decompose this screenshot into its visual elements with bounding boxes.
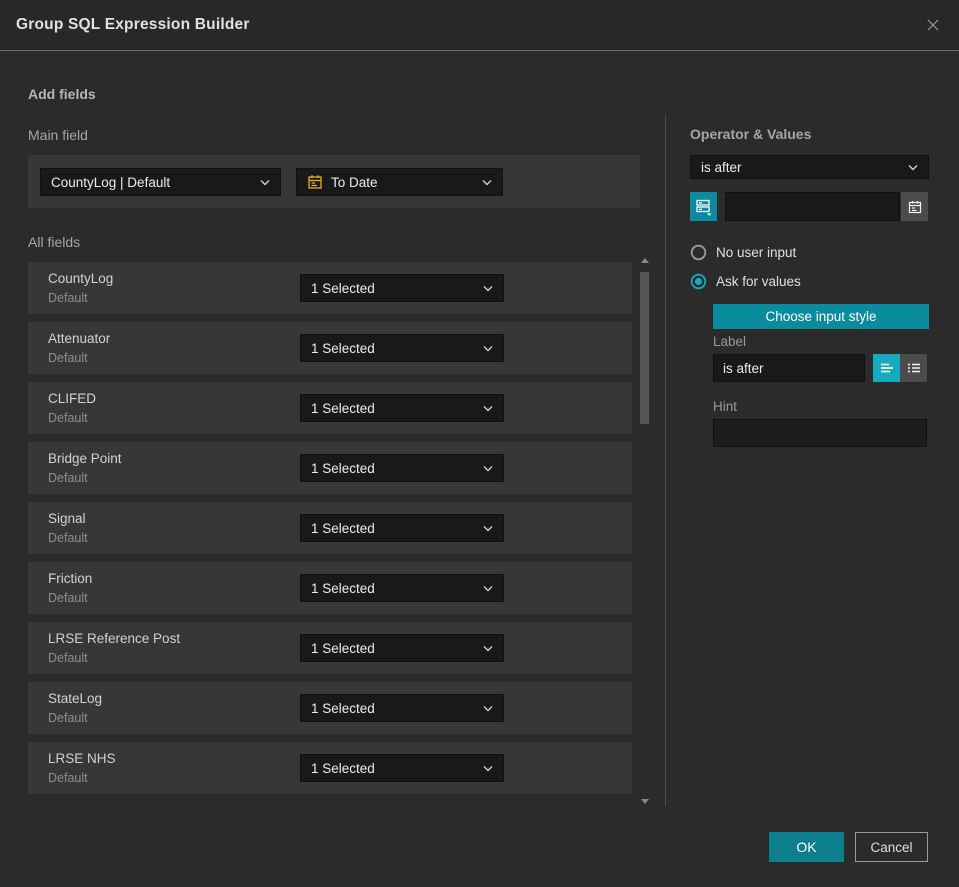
all-fields-heading: All fields (28, 234, 81, 250)
field-selected-dropdown[interactable]: 1 Selected (300, 574, 504, 602)
chevron-down-icon (483, 645, 493, 652)
chevron-down-icon (483, 585, 493, 592)
value-input[interactable] (725, 192, 900, 221)
field-row: CLIFED Default 1 Selected (28, 382, 632, 434)
chevron-down-icon (482, 179, 492, 186)
operator-values-heading: Operator & Values (690, 126, 812, 142)
radio-no-user-input[interactable]: No user input (690, 244, 796, 261)
group-sql-expression-builder-dialog: Group SQL Expression Builder Add fields … (0, 0, 959, 887)
field-selected-dropdown[interactable]: 1 Selected (300, 394, 504, 422)
operator-select[interactable]: is after (690, 155, 929, 179)
field-row: LRSE Reference Post Default 1 Selected (28, 622, 632, 674)
chevron-down-icon (483, 465, 493, 472)
field-selected-dropdown-label: 1 Selected (311, 400, 375, 416)
chevron-down-icon (483, 405, 493, 412)
chevron-down-icon (483, 525, 493, 532)
field-name: CLIFED (48, 391, 97, 406)
add-fields-heading: Add fields (28, 86, 96, 102)
field-name: Signal (48, 511, 86, 526)
main-field-select[interactable]: CountyLog | Default (40, 168, 281, 196)
main-field-select-value: CountyLog | Default (51, 174, 171, 190)
main-field-date-select-value: To Date (331, 174, 378, 190)
field-subtitle: Default (48, 351, 88, 365)
field-selected-dropdown[interactable]: 1 Selected (300, 694, 504, 722)
field-name: Bridge Point (48, 451, 122, 466)
field-row: Attenuator Default 1 Selected (28, 322, 632, 374)
chevron-down-icon (908, 164, 918, 171)
field-selected-dropdown[interactable]: 1 Selected (300, 274, 504, 302)
radio-ask-for-values-label: Ask for values (716, 274, 801, 289)
field-selected-dropdown-label: 1 Selected (311, 760, 375, 776)
main-field-heading: Main field (28, 127, 88, 143)
value-list-toggle-button[interactable] (690, 192, 717, 221)
operator-values-panel: Operator & Values is after No user input… (690, 0, 929, 887)
field-selected-dropdown[interactable]: 1 Selected (300, 334, 504, 362)
field-subtitle: Default (48, 291, 88, 305)
field-selected-dropdown-label: 1 Selected (311, 340, 375, 356)
all-fields-list: CountyLog Default 1 Selected Attenuator … (28, 262, 632, 802)
radio-no-user-input-label: No user input (716, 245, 797, 260)
cancel-button[interactable]: Cancel (855, 832, 928, 862)
field-row: StateLog Default 1 Selected (28, 682, 632, 734)
label-input[interactable] (713, 354, 865, 382)
field-subtitle: Default (48, 471, 88, 485)
chevron-down-icon (483, 285, 493, 292)
field-selected-dropdown-label: 1 Selected (311, 580, 375, 596)
scrollbar-down-arrow[interactable] (641, 799, 649, 804)
field-row: CountyLog Default 1 Selected (28, 262, 632, 314)
calendar-icon (307, 174, 323, 190)
field-row: Bridge Point Default 1 Selected (28, 442, 632, 494)
vertical-divider (665, 115, 666, 806)
dialog-title: Group SQL Expression Builder (16, 16, 250, 33)
field-subtitle: Default (48, 711, 88, 725)
field-subtitle: Default (48, 531, 88, 545)
field-subtitle: Default (48, 591, 88, 605)
single-input-style-icon[interactable] (873, 354, 900, 382)
operator-select-value: is after (701, 159, 742, 175)
field-row: Signal Default 1 Selected (28, 502, 632, 554)
list-scrollbar (640, 256, 650, 806)
field-selected-dropdown[interactable]: 1 Selected (300, 754, 504, 782)
field-subtitle: Default (48, 651, 88, 665)
field-subtitle: Default (48, 411, 88, 425)
field-row: LRSE NHS Default 1 Selected (28, 742, 632, 794)
chevron-down-icon (260, 179, 270, 186)
field-name: Attenuator (48, 331, 111, 346)
field-name: LRSE Reference Post (48, 631, 181, 646)
field-row: Friction Default 1 Selected (28, 562, 632, 614)
chevron-down-icon (483, 705, 493, 712)
radio-ask-for-values[interactable]: Ask for values (690, 273, 801, 290)
field-selected-dropdown[interactable]: 1 Selected (300, 454, 504, 482)
list-input-style-icon[interactable] (900, 354, 927, 382)
main-field-date-select[interactable]: To Date (296, 168, 503, 196)
field-selected-dropdown-label: 1 Selected (311, 520, 375, 536)
field-name: LRSE NHS (48, 751, 116, 766)
calendar-picker-button[interactable] (901, 192, 928, 221)
scrollbar-up-arrow[interactable] (641, 258, 649, 263)
field-selected-dropdown-label: 1 Selected (311, 700, 375, 716)
field-subtitle: Default (48, 771, 88, 785)
choose-input-style-button[interactable]: Choose input style (713, 304, 929, 329)
chevron-down-icon (483, 345, 493, 352)
field-selected-dropdown[interactable]: 1 Selected (300, 514, 504, 542)
hint-field-label: Hint (713, 399, 738, 414)
ok-button[interactable]: OK (769, 832, 844, 862)
field-selected-dropdown-label: 1 Selected (311, 640, 375, 656)
chevron-down-icon (483, 765, 493, 772)
field-selected-dropdown[interactable]: 1 Selected (300, 634, 504, 662)
field-name: Friction (48, 571, 93, 586)
field-name: CountyLog (48, 271, 114, 286)
field-name: StateLog (48, 691, 103, 706)
hint-input[interactable] (713, 419, 927, 447)
field-selected-dropdown-label: 1 Selected (311, 280, 375, 296)
field-selected-dropdown-label: 1 Selected (311, 460, 375, 476)
main-field-panel: CountyLog | Default To Date (28, 155, 640, 208)
label-field-label: Label (713, 334, 747, 349)
scrollbar-thumb[interactable] (640, 272, 649, 424)
